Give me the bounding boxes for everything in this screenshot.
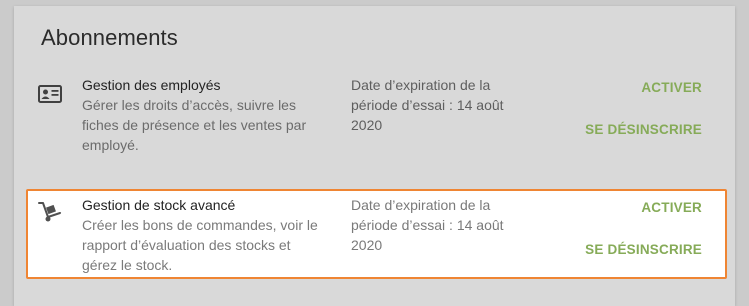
expiration-line: Date d’expiration de la: [351, 77, 491, 93]
id-card-icon: [38, 85, 62, 108]
subscription-description: Créer les bons de commandes, voir le rap…: [82, 215, 332, 275]
description-line: fiches de présence et les ventes par: [82, 117, 307, 133]
expiration-line: Date d’expiration de la: [351, 197, 491, 213]
expiration-info: Date d’expiration de la période d’essai …: [351, 75, 511, 135]
description-line: rapport d’évaluation des stocks et: [82, 237, 291, 253]
section-title: Abonnements: [41, 25, 178, 50]
subscription-name: Gestion des employés: [82, 77, 221, 93]
subscription-description: Gérer les droits d’accès, suivre les fic…: [82, 95, 332, 155]
expiration-line: 2020: [351, 237, 383, 253]
hand-truck-icon: [37, 201, 63, 228]
unsubscribe-button[interactable]: SE DÉSINSCRIRE: [585, 122, 702, 137]
expiration-line: période d’essai : 14 août: [351, 97, 504, 113]
expiration-info: Date d’expiration de la période d’essai …: [351, 195, 511, 255]
expiration-line: période d’essai : 14 août: [351, 217, 504, 233]
unsubscribe-button[interactable]: SE DÉSINSCRIRE: [585, 242, 702, 257]
description-line: gérez le stock.: [82, 257, 173, 273]
activate-button[interactable]: ACTIVER: [641, 200, 702, 215]
activate-button[interactable]: ACTIVER: [641, 80, 702, 95]
expiration-line: 2020: [351, 117, 383, 133]
description-line: employé.: [82, 137, 139, 153]
description-line: Gérer les droits d’accès, suivre les: [82, 97, 296, 113]
description-line: Créer les bons de commandes, voir le: [82, 217, 318, 233]
subscription-name: Gestion de stock avancé: [82, 197, 236, 213]
